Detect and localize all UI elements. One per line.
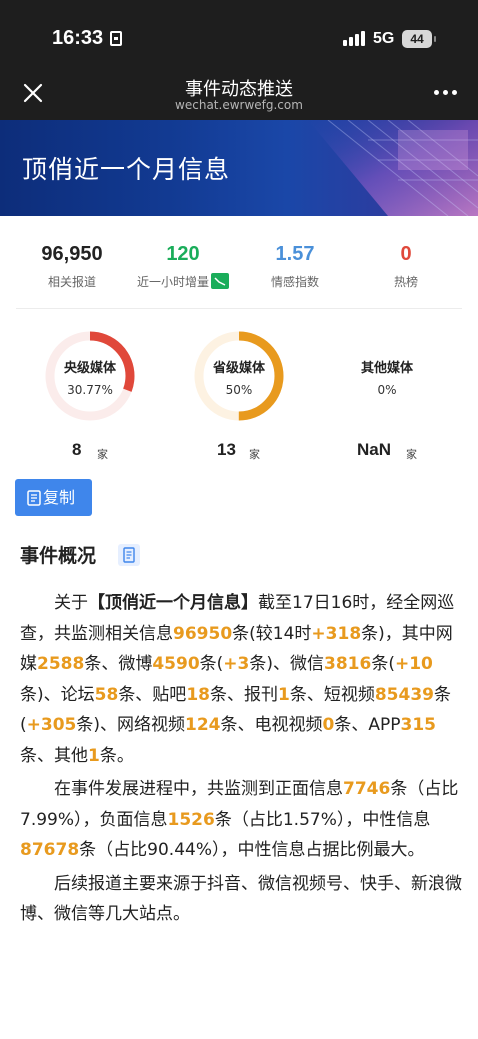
donut-label: 央级媒体: [63, 361, 116, 376]
stat-related-reports: 96,950 相关报道: [12, 240, 132, 290]
highlight-number: 315: [400, 715, 437, 735]
more-icon[interactable]: [434, 90, 458, 96]
highlight-number: 85439: [374, 684, 434, 705]
highlight-number: 4590: [152, 654, 200, 674]
stat-hot-list: 0 热榜: [346, 240, 466, 290]
network-type: 5G: [373, 30, 395, 47]
page-url: wechat.ewrwefg.com: [175, 98, 303, 112]
highlight-number: 87678: [20, 840, 80, 860]
banner-decoration: [308, 120, 478, 216]
copy-button-label: 复制: [43, 488, 76, 507]
media-count: 13: [217, 440, 236, 459]
highlight-number: +305: [26, 715, 77, 735]
orientation-lock-icon: [110, 31, 122, 46]
highlight-number: 7746: [343, 779, 391, 799]
summary-text: 条（占比1.57%），中性信息: [214, 809, 431, 830]
stat-sentiment-index: 1.57 情感指数: [235, 240, 355, 290]
stat-value: 0: [400, 243, 412, 265]
summary-text: 条(: [371, 654, 395, 674]
stat-hourly-increase: 120 近一小时增量: [123, 240, 243, 290]
event-name: 【顶俏近一个月信息】: [88, 593, 258, 613]
highlight-number: 3816: [324, 654, 372, 674]
stat-label: 情感指数: [270, 275, 319, 289]
media-count-unit: 家: [97, 448, 108, 461]
summary-paragraph: 在事件发展进程中，共监测到正面信息7746条（占比7.99%），负面信息1526…: [20, 774, 462, 866]
header-banner: 顶俏近一个月信息: [0, 120, 478, 216]
stats-row: 96,950 相关报道 120 近一小时增量 1.57 情感指数 0 热榜: [0, 240, 478, 300]
summary-text: 后续报道主要来源于抖音、微信视频号、快手、新浪微博、微信等几大站点。: [20, 873, 462, 925]
summary-text: 条、报刊: [209, 684, 278, 705]
trend-up-icon: [211, 273, 229, 289]
donut-percent: 30.77%: [67, 383, 113, 397]
summary-text: 条、电视视频: [220, 715, 323, 735]
donut-label: 省级媒体: [212, 361, 265, 376]
summary-text: 条。: [99, 745, 134, 766]
summary-paragraph: 关于【顶俏近一个月信息】截至17日16时，经全网巡查，共监测相关信息96950条…: [20, 588, 462, 771]
status-time: 16:33: [52, 27, 104, 49]
summary-text: 条)、微信: [249, 654, 325, 674]
highlight-number: 0: [322, 715, 335, 735]
nav-bar: 事件动态推送 wechat.ewrwefg.com: [0, 70, 478, 120]
donut-percent: 0%: [377, 383, 397, 397]
summary-text: 条、其他: [20, 745, 88, 766]
highlight-number: 1: [88, 745, 100, 766]
media-count-unit: 家: [406, 448, 417, 461]
summary-text: 条、短视频: [289, 684, 375, 705]
highlight-number: 124: [185, 715, 221, 735]
highlight-number: 1: [277, 684, 290, 705]
highlight-number: 58: [94, 684, 119, 705]
highlight-number: +318: [311, 623, 362, 644]
stat-label-row: 近一小时增量: [123, 273, 243, 290]
donut-percent: 50%: [225, 383, 253, 397]
summary-text: 条（占比90.44%），中性信息占据比例最大。: [79, 840, 425, 860]
summary-text: 在事件发展进程中，共监测到正面信息: [54, 779, 343, 799]
donut-chart: [45, 331, 135, 421]
media-count-unit: 家: [249, 448, 260, 461]
donut-label: 其他媒体: [360, 361, 413, 376]
highlight-number: +10: [394, 654, 433, 674]
highlight-number: 1526: [167, 809, 215, 830]
summary-text: 条(较14时: [232, 623, 312, 644]
stat-label: 热榜: [393, 275, 418, 289]
donut-chart: [194, 331, 284, 421]
status-bar: 16:33 5G 44: [0, 0, 478, 70]
summary-text: 条、APP: [334, 715, 401, 735]
summary-text: 条)、网络视频: [76, 715, 186, 735]
copy-button[interactable]: 复制: [15, 479, 92, 516]
highlight-number: 96950: [173, 623, 233, 644]
battery-icon: 44: [402, 30, 436, 48]
summary-text: 条)、论坛: [20, 684, 95, 705]
event-summary: 关于【顶俏近一个月信息】截至17日16时，经全网巡查，共监测相关信息96950条…: [20, 588, 462, 933]
signal-icon: [343, 31, 367, 46]
section-title: 事件概况: [20, 545, 97, 567]
copy-icon: [27, 490, 41, 506]
donut-other-media: 其他媒体 0%: [341, 330, 433, 422]
divider: [16, 308, 462, 309]
stat-label: 相关报道: [47, 275, 96, 289]
summary-paragraph: 后续报道主要来源于抖音、微信视频号、快手、新浪微博、微信等几大站点。: [20, 869, 462, 930]
stat-value: 96,950: [41, 243, 103, 265]
media-count: NaN: [357, 440, 392, 459]
summary-text: 条、微博: [84, 654, 153, 674]
summary-text: 条、贴吧: [118, 684, 187, 705]
stat-value: 1.57: [275, 243, 315, 265]
document-icon[interactable]: [118, 544, 140, 566]
media-count: 8: [72, 440, 82, 459]
highlight-number: +3: [223, 654, 250, 674]
banner-title: 顶俏近一个月信息: [22, 155, 231, 184]
highlight-number: 2588: [37, 654, 85, 674]
donut-provincial-media: 省级媒体 50%: [193, 330, 285, 422]
summary-text: 关于: [54, 593, 88, 613]
donut-central-media: 央级媒体 30.77%: [44, 330, 136, 422]
summary-text: 条(: [199, 654, 224, 674]
highlight-number: 18: [186, 684, 210, 705]
stat-value: 120: [166, 243, 200, 265]
stat-label: 近一小时增量: [136, 275, 209, 289]
